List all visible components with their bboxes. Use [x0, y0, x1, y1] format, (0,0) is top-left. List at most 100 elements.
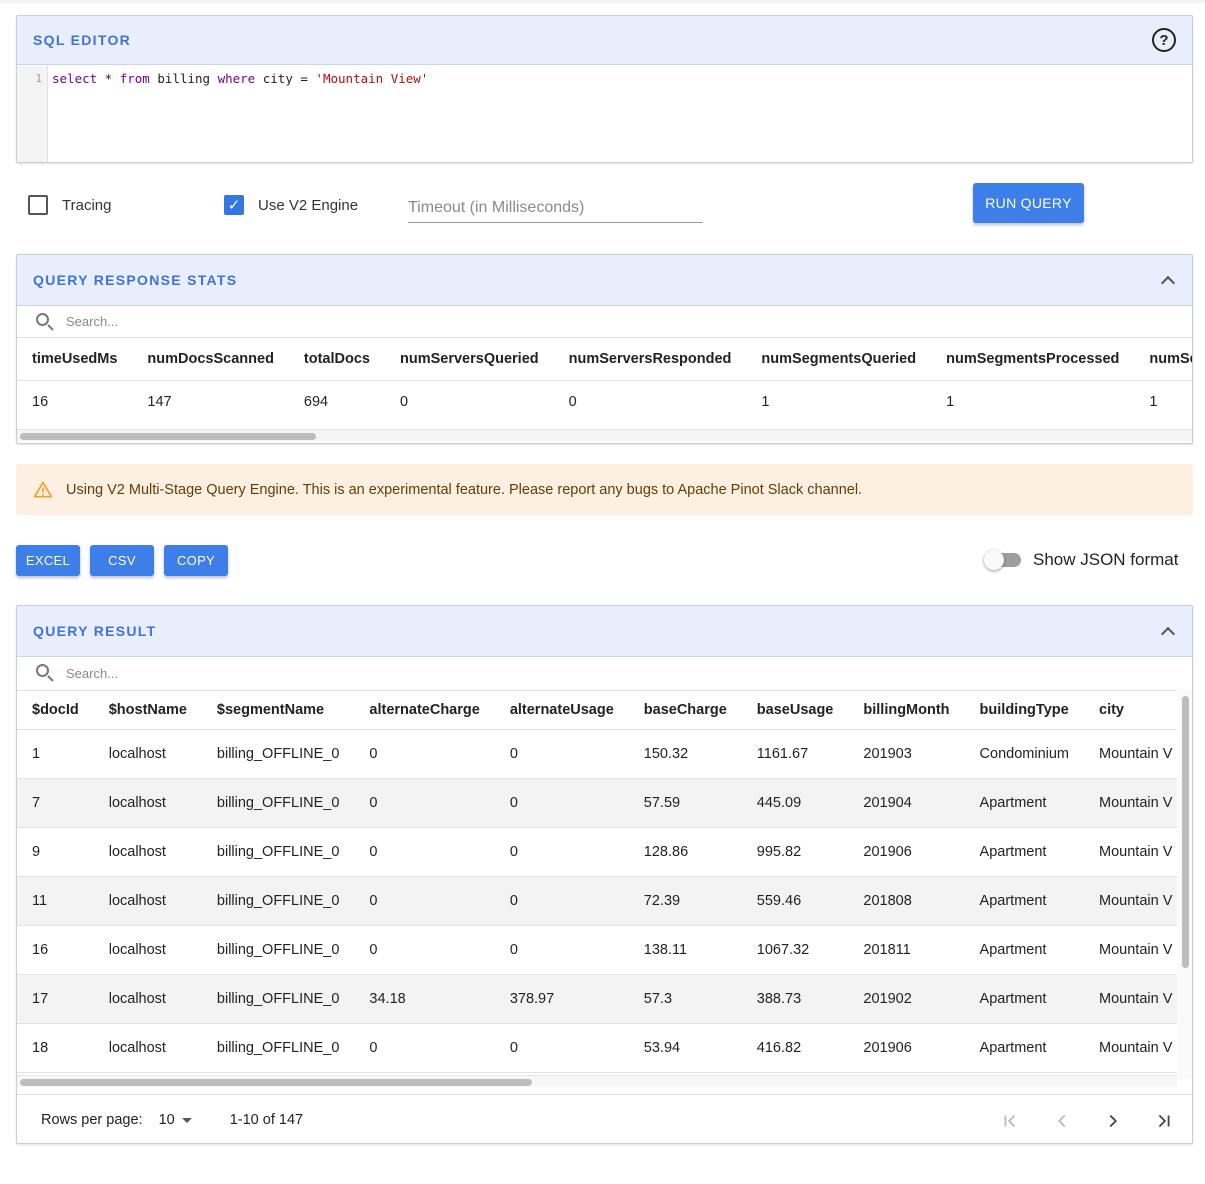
result-col-header[interactable]: $segmentName [201, 691, 355, 730]
table-cell: 0 [494, 876, 629, 926]
sql-keyword-select: select [52, 71, 98, 86]
table-cell: billing_OFFLINE_0 [201, 1023, 355, 1073]
table-row: 1 localhost billing_OFFLINE_0 0 0 150.32… [17, 729, 1177, 779]
stats-cell: 16 [32, 394, 49, 411]
table-cell: 0 [354, 925, 495, 975]
copy-button[interactable]: COPY [164, 545, 228, 576]
stats-cell: 147 [147, 394, 172, 411]
result-col-header[interactable]: alternateUsage [494, 691, 629, 730]
result-vscroll-thumb[interactable] [1182, 696, 1189, 968]
result-table-container: $docId $hostName $segmentName alternateC… [17, 690, 1177, 1094]
result-col-header[interactable]: buildingType [964, 691, 1085, 730]
result-vertical-scrollbar[interactable] [1178, 690, 1192, 1079]
result-col-header[interactable]: alternateCharge [354, 691, 495, 730]
run-query-button[interactable]: RUN QUERY [973, 183, 1084, 223]
next-page-icon[interactable] [1102, 1110, 1124, 1132]
table-row: 9 localhost billing_OFFLINE_0 0 0 128.86… [17, 827, 1177, 877]
stats-col-header[interactable]: numServersQueried [385, 338, 554, 381]
table-cell: localhost [93, 876, 202, 926]
result-col-header[interactable]: billingMonth [848, 691, 965, 730]
result-search-input[interactable] [64, 664, 364, 682]
table-cell: 201903 [848, 729, 965, 779]
table-cell: 34.18 [354, 974, 495, 1024]
table-cell: localhost [93, 778, 202, 828]
stats-header: QUERY RESPONSE STATS [17, 255, 1192, 306]
csv-button[interactable]: CSV [90, 545, 154, 576]
result-scroll-thumb[interactable] [20, 1079, 532, 1086]
tracing-checkbox[interactable] [28, 195, 48, 215]
table-cell: 0 [494, 729, 629, 779]
collapse-chevron-icon[interactable] [1160, 272, 1176, 288]
table-cell: 0 [354, 729, 495, 779]
stats-col-header[interactable]: timeUsedMs [17, 338, 133, 381]
rows-per-page-select[interactable]: 10 [159, 1112, 192, 1128]
json-format-toggle[interactable] [984, 549, 1024, 571]
table-cell: localhost [93, 827, 202, 877]
result-search-bar [17, 657, 1192, 689]
table-cell: 0 [494, 778, 629, 828]
stats-col-header[interactable]: totalDocs [288, 338, 385, 381]
table-cell: 378.97 [494, 974, 629, 1024]
v2-engine-option[interactable]: ✓ Use V2 Engine [224, 195, 358, 215]
stats-cell: 1 [1149, 394, 1158, 411]
table-cell: billing_OFFLINE_0 [201, 876, 355, 926]
v2-engine-warning: Using V2 Multi-Stage Query Engine. This … [16, 464, 1193, 515]
table-cell: Mountain V [1084, 974, 1177, 1024]
last-page-icon[interactable] [1153, 1110, 1175, 1132]
table-cell: 0 [354, 778, 495, 828]
table-cell: 11 [17, 876, 94, 926]
sql-condition: city = [255, 71, 316, 86]
stats-search-input[interactable] [64, 313, 364, 330]
table-cell: 1 [17, 729, 94, 779]
table-cell: 1161.67 [741, 729, 849, 779]
table-cell: 201811 [848, 925, 965, 975]
table-cell: Apartment [964, 974, 1085, 1024]
sql-code-line[interactable]: select * from billing where city = 'Moun… [48, 66, 1192, 162]
stats-col-header[interactable]: numDocsScanned [132, 338, 289, 381]
table-cell: Apartment [964, 876, 1085, 926]
stats-horizontal-scrollbar[interactable] [17, 429, 1192, 441]
result-col-header[interactable]: $hostName [93, 691, 202, 730]
previous-page-icon[interactable] [1051, 1110, 1073, 1132]
result-col-header[interactable]: city [1084, 691, 1177, 730]
stats-col-header[interactable]: numServersResponded [553, 338, 747, 381]
stats-col-header[interactable]: numSegmentsQueried [746, 338, 932, 381]
table-cell: Mountain V [1084, 729, 1177, 779]
result-col-header[interactable]: baseCharge [628, 691, 742, 730]
table-row: 16 localhost billing_OFFLINE_0 0 0 138.1… [17, 925, 1177, 975]
stats-col-header[interactable]: numSegmentsProcessed [931, 338, 1135, 381]
first-page-icon[interactable] [999, 1110, 1021, 1132]
table-cell: 0 [494, 1023, 629, 1073]
result-col-header[interactable]: $docId [17, 691, 94, 730]
table-cell: 138.11 [628, 925, 742, 975]
table-cell: Mountain V [1084, 876, 1177, 926]
table-cell: 201902 [848, 974, 965, 1024]
result-horizontal-scrollbar[interactable] [17, 1075, 1177, 1087]
chevron-down-icon [181, 1118, 192, 1123]
stats-header-row: timeUsedMs numDocsScanned totalDocs numS… [17, 338, 1192, 381]
table-cell: localhost [93, 974, 202, 1024]
collapse-chevron-icon[interactable] [1160, 623, 1176, 639]
table-cell: 150.32 [628, 729, 742, 779]
stats-col-header[interactable]: numSeg [1134, 338, 1192, 381]
table-cell: 72.39 [628, 876, 742, 926]
sql-keyword-from: from [119, 71, 150, 86]
search-icon [35, 663, 55, 683]
table-cell: 388.73 [741, 974, 849, 1024]
table-cell: localhost [93, 925, 202, 975]
stats-cell: 0 [400, 394, 409, 411]
stats-table: timeUsedMs numDocsScanned totalDocs numS… [17, 338, 1192, 424]
sql-code-editor[interactable]: 1 select * from billing where city = 'Mo… [17, 66, 1192, 162]
table-cell: Mountain V [1084, 778, 1177, 828]
table-cell: 201906 [848, 827, 965, 877]
table-cell: 9 [17, 827, 94, 877]
help-circle-icon[interactable]: ? [1152, 28, 1176, 52]
tracing-option[interactable]: Tracing [28, 195, 111, 215]
result-col-header[interactable]: baseUsage [741, 691, 849, 730]
timeout-input[interactable] [408, 190, 703, 223]
v2-engine-checkbox[interactable]: ✓ [224, 195, 244, 215]
search-icon [35, 312, 55, 332]
stats-scroll-thumb[interactable] [20, 433, 316, 440]
excel-button[interactable]: EXCEL [16, 545, 80, 576]
table-cell: billing_OFFLINE_0 [201, 778, 355, 828]
